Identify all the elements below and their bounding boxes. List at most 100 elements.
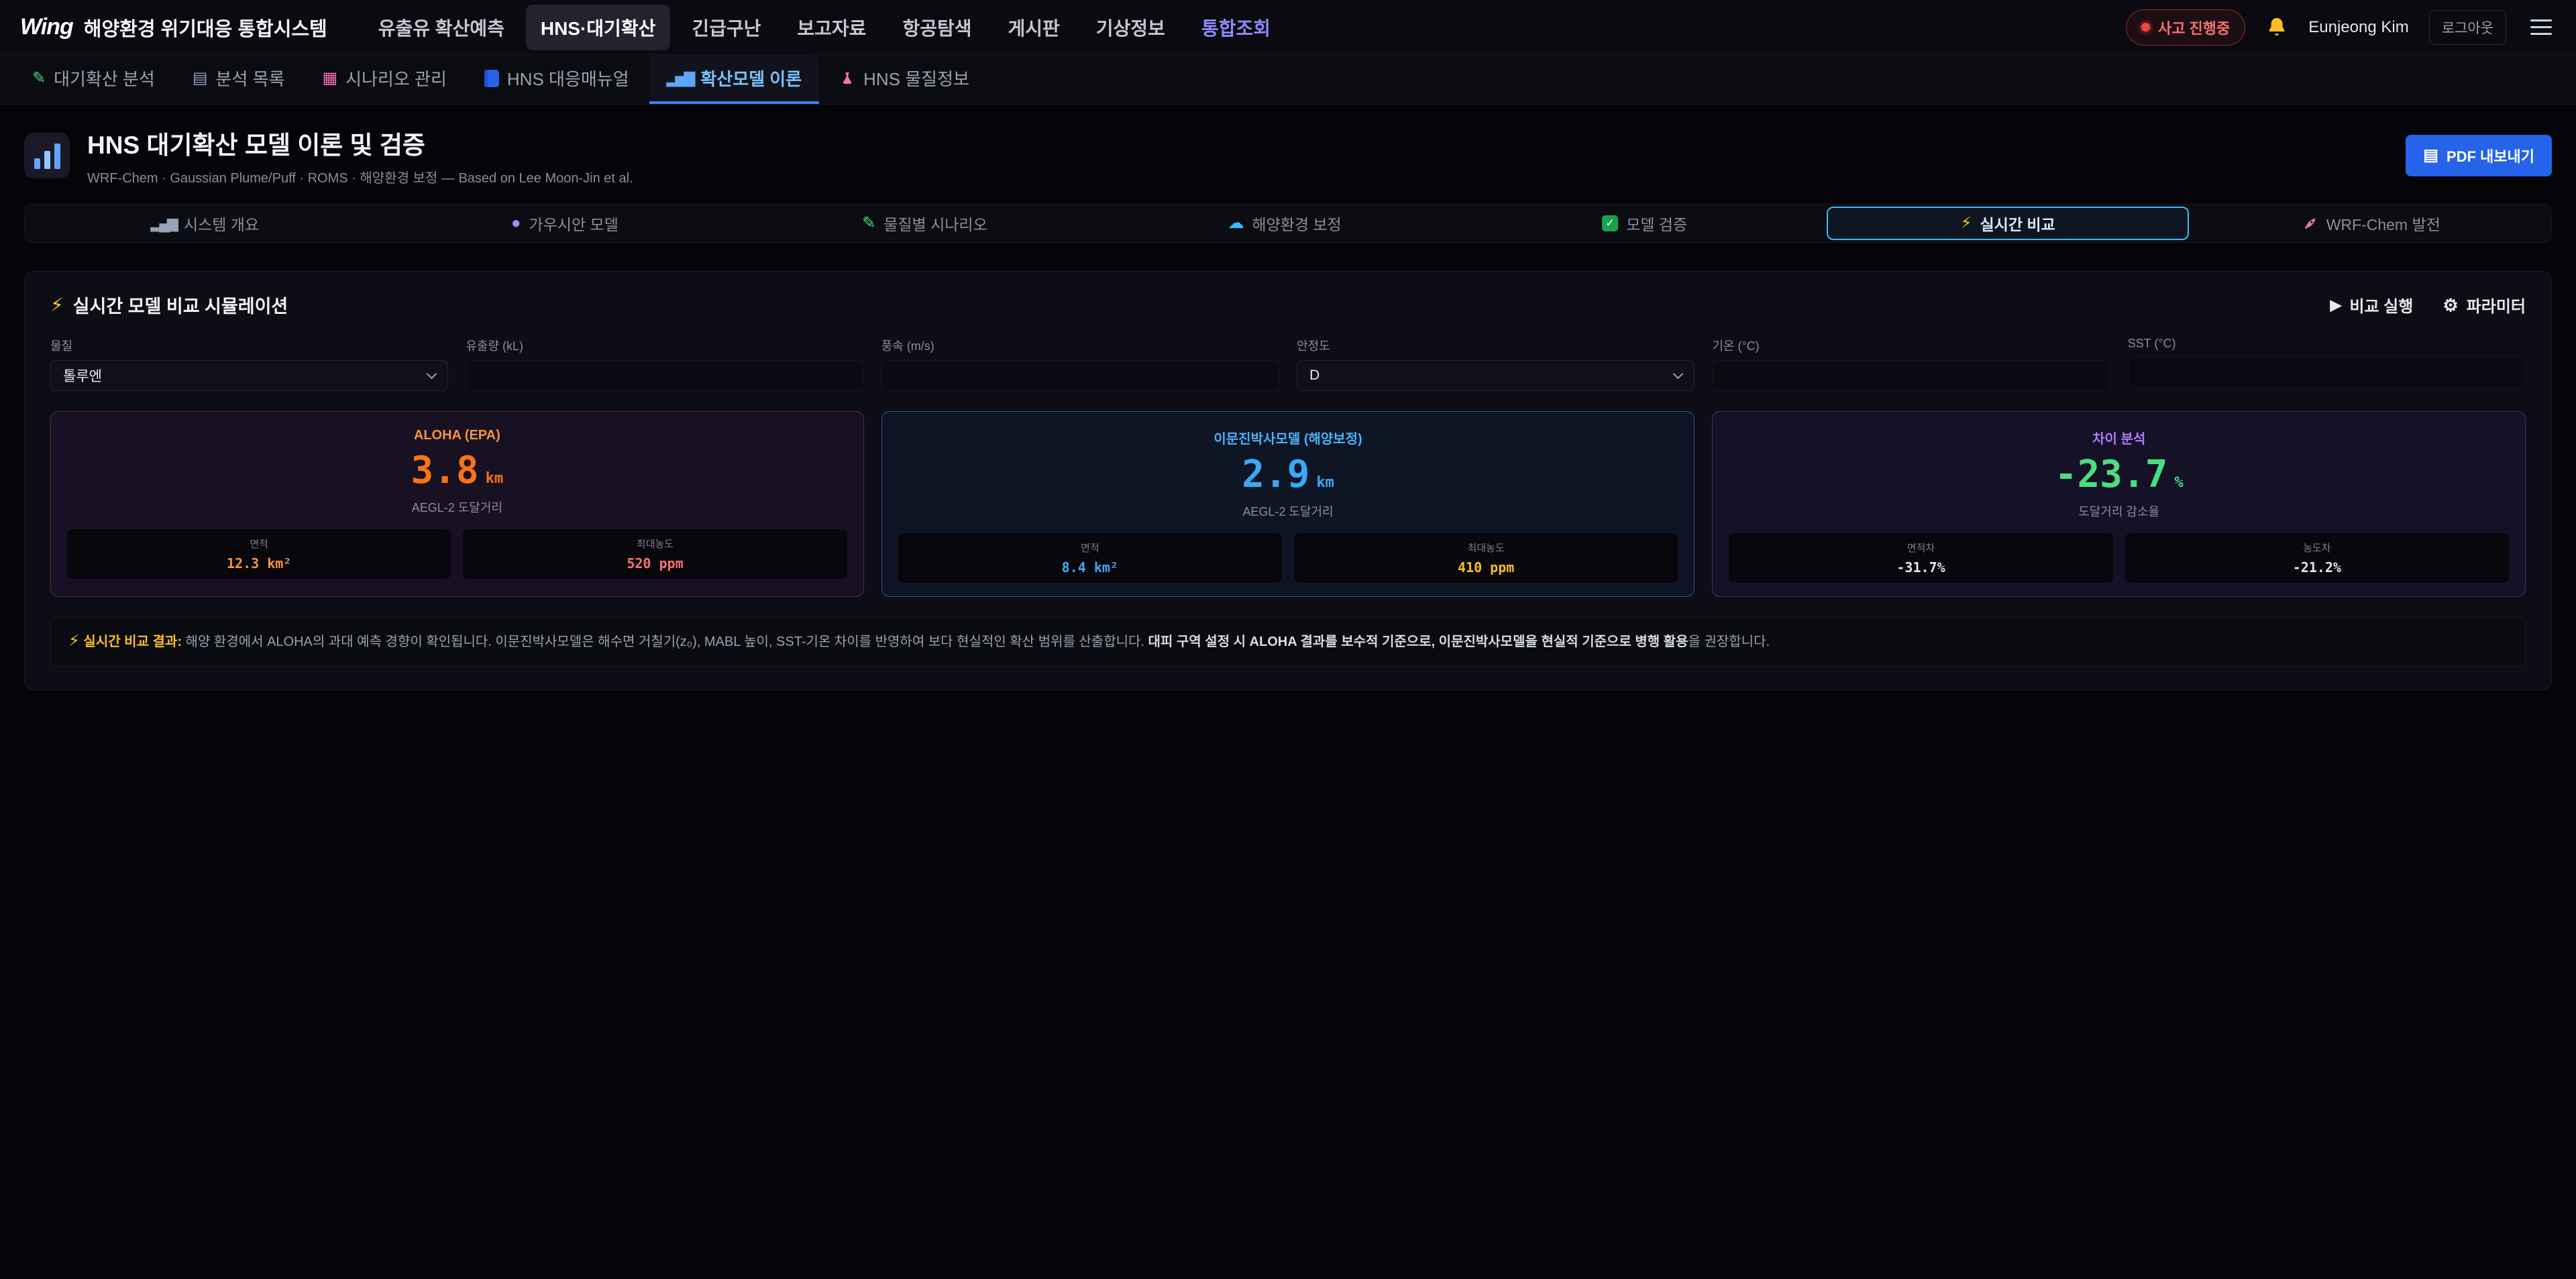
difference-analysis-card: 차이 분석 -23.7 % 도달거리 감소율 면적차 -31.7% 농도차 -2… [1712,411,2526,597]
substance-select[interactable]: 톨루엔 [50,360,448,391]
parameters-button[interactable]: ⚙ 파라미터 [2443,293,2526,317]
section-tab-substance-scenarios[interactable]: ✎ 물질별 시나리오 [745,205,1105,242]
stat-value: 12.3 km² [72,555,445,571]
note-tail: 을 권장합니다. [1688,634,1770,649]
chart-bars-icon: ▂▅▇ [667,71,693,86]
note-label: 실시간 비교 결과: [83,634,182,649]
parameters-label: 파라미터 [2467,293,2526,317]
lightning-icon: ⚡ [1961,215,1972,231]
sub-navbar: ✎ 대기확산 분석 ▤ 분석 목록 ▦ 시나리오 관리 HNS 대응매뉴얼 ▂▅… [0,55,2576,105]
chart-small-icon: ▂▄▆ [150,216,175,231]
stat-value: 520 ppm [468,555,841,571]
tab-label: 시나리오 관리 [345,66,447,91]
field-label: 기온 (°C) [1712,337,2110,354]
tab-scenario-management[interactable]: ▦ 시나리오 관리 [305,55,464,104]
tab-label: 확산모델 이론 [700,66,802,91]
stat-label: 면적차 [1734,541,2107,555]
scenario-grid-icon: ▦ [322,70,337,87]
pencil-icon: ✎ [862,215,875,231]
tab-hns-substance-info[interactable]: HNS 물질정보 [822,55,987,104]
menu-integrated-search[interactable]: 통합조회 [1187,5,1285,50]
stat-area-diff: 면적차 -31.7% [1729,533,2112,583]
pdf-export-button[interactable]: ▤ PDF 내보내기 [2406,135,2552,176]
user-name: Eunjeong Kim [2308,18,2408,37]
stat-label: 최대농도 [468,537,841,551]
stat-label: 면적 [72,537,445,551]
simulation-form: 물질 톨루엔 유출량 (kL) 풍속 (m/s) 안정도 D 기온 (°C) [50,337,2526,391]
tab-label: 대기확산 분석 [54,66,155,91]
note-emphasis: 대피 구역 설정 시 ALOHA 결과를 보수적 기준으로, 이문진박사모델을 … [1148,634,1688,649]
section-tab-gaussian-model[interactable]: ● 가우시안 모델 [385,205,745,242]
section-tab-label: 가우시안 모델 [529,212,618,235]
sst-input[interactable] [2128,357,2526,388]
menu-reports[interactable]: 보고자료 [782,5,881,50]
field-label: 풍속 (m/s) [881,337,1279,354]
menu-hns-atmospheric[interactable]: HNS·대기확산 [526,5,670,50]
card-unit: km [1316,474,1334,491]
incident-status-badge[interactable]: 사고 진행중 [2126,9,2245,46]
app-logo[interactable]: Wing [20,14,73,40]
card-stats: 면적 12.3 km² 최대농도 520 ppm [67,529,847,579]
menu-board[interactable]: 게시판 [993,5,1074,50]
play-icon: ▶ [2330,298,2341,313]
stat-label: 농도차 [2131,541,2504,555]
card-title: 이문진박사모델 (해양보정) [898,428,1678,447]
chevron-down-icon [427,369,437,380]
field-label: 물질 [50,337,448,354]
spill-amount-input[interactable] [466,360,863,391]
menu-weather-info[interactable]: 기상정보 [1081,5,1180,50]
panel-title: 실시간 모델 비교 시뮬레이션 [73,292,288,318]
section-tabs: ▂▄▆ 시스템 개요 ● 가우시안 모델 ✎ 물질별 시나리오 ☁ 해양환경 보… [24,204,2552,243]
section-tab-label: 모델 검증 [1626,212,1687,235]
tab-diffusion-model-theory[interactable]: ▂▅▇ 확산모델 이론 [649,55,820,104]
wind-speed-input[interactable] [881,360,1279,391]
menu-emergency-rescue[interactable]: 긴급구난 [677,5,775,50]
tab-analysis-list[interactable]: ▤ 분석 목록 [175,55,303,104]
lightning-icon: ⚡ [68,632,80,650]
result-cards: ALOHA (EPA) 3.8 km AEGL-2 도달거리 면적 12.3 k… [50,411,2526,597]
run-comparison-button[interactable]: ▶ 비교 실행 [2330,293,2413,317]
top-navbar: Wing 해양환경 위기대응 통합시스템 유출유 확산예측 HNS·대기확산 긴… [0,0,2576,55]
stat-concentration-diff: 농도차 -21.2% [2125,533,2509,583]
bar-chart-icon [24,133,70,178]
section-tab-marine-correction[interactable]: ☁ 해양환경 보정 [1105,205,1465,242]
card-title: 차이 분석 [1729,428,2509,447]
section-tab-label: 물질별 시나리오 [883,212,987,235]
substance-select-value: 톨루엔 [63,366,102,386]
card-caption: 도달거리 감소율 [1729,502,2509,520]
stability-select[interactable]: D [1297,360,1695,391]
notification-bell-icon[interactable] [2265,16,2288,39]
lee-model-result-card: 이문진박사모델 (해양보정) 2.9 km AEGL-2 도달거리 면적 8.4… [881,411,1695,597]
card-value-row: 2.9 km [898,453,1678,496]
card-stats: 면적차 -31.7% 농도차 -21.2% [1729,533,2509,583]
section-tab-system-overview[interactable]: ▂▄▆ 시스템 개요 [25,205,385,242]
card-caption: AEGL-2 도달거리 [67,498,847,516]
menu-aerial-search[interactable]: 항공탐색 [888,5,986,50]
hamburger-menu-icon[interactable] [2526,15,2556,39]
incident-status-label: 사고 진행중 [2158,17,2230,38]
card-value: 3.8 [411,449,479,492]
tab-label: HNS 대응매뉴얼 [507,66,629,91]
comparison-result-note: ⚡ 실시간 비교 결과: 해양 환경에서 ALOHA의 과대 예측 경향이 확인… [50,617,2526,667]
tab-atmospheric-analysis[interactable]: ✎ 대기확산 분석 [15,55,172,104]
topnav-right: 사고 진행중 Eunjeong Kim 로그아웃 [2126,9,2556,46]
stat-area: 면적 12.3 km² [67,529,451,579]
field-air-temp: 기온 (°C) [1712,337,2110,391]
check-icon: ✓ [1602,215,1618,231]
section-tab-label: 시스템 개요 [184,212,259,235]
lightning-icon: ⚡ [50,296,64,315]
panel-header: ⚡ 실시간 모델 비교 시뮬레이션 ▶ 비교 실행 ⚙ 파라미터 [50,292,2526,318]
section-tab-realtime-comparison[interactable]: ⚡ 실시간 비교 [1827,207,2190,240]
section-tab-wrf-chem[interactable]: WRF-Chem 발전 [2191,205,2551,242]
note-body: 해양 환경에서 ALOHA의 과대 예측 경향이 확인됩니다. 이문진박사모델은… [182,634,1148,649]
card-caption: AEGL-2 도달거리 [898,502,1678,520]
export-doc-icon: ▤ [2423,148,2438,164]
section-tab-model-validation[interactable]: ✓ 모델 검증 [1464,205,1825,242]
logout-button[interactable]: 로그아웃 [2429,10,2506,45]
circle-icon: ● [511,215,521,231]
card-title: ALOHA (EPA) [67,428,847,443]
menu-oil-spill-prediction[interactable]: 유출유 확산예측 [364,5,519,50]
chevron-down-icon [1673,369,1684,380]
tab-hns-response-manual[interactable]: HNS 대응매뉴얼 [467,55,647,104]
air-temp-input[interactable] [1712,360,2110,391]
